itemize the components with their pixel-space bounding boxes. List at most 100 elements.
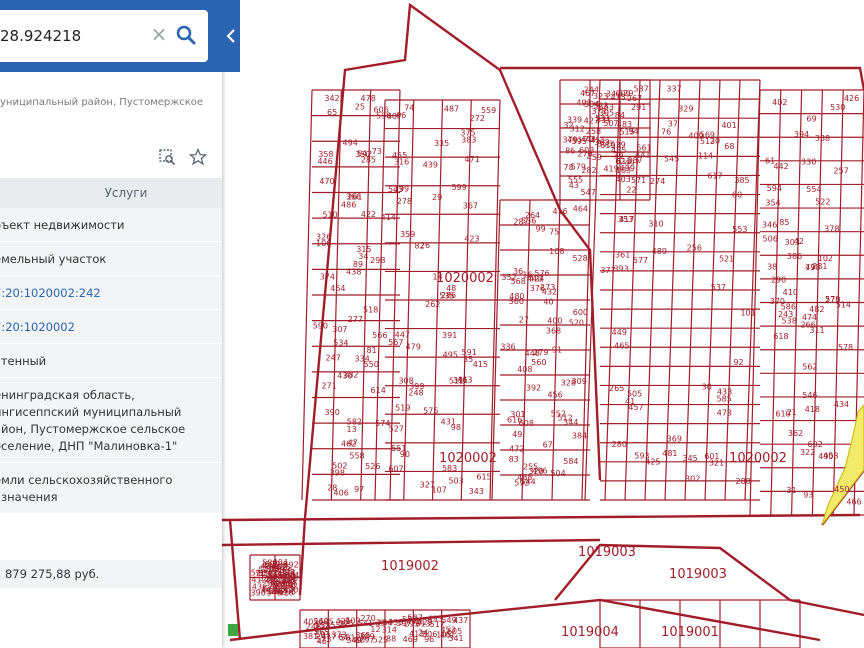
- parcel-number: 561: [636, 143, 651, 152]
- cadastral-number-link[interactable]: 7:20:1020002: [0, 310, 222, 344]
- parcel-number: 272: [470, 114, 485, 123]
- parcel-number: 410: [783, 288, 798, 297]
- parcel-number: 298: [370, 256, 385, 265]
- parcel-number: 367: [463, 202, 478, 211]
- green-marker: [228, 624, 238, 636]
- parcel-number: 569: [700, 130, 715, 139]
- parcel-number: 374: [320, 273, 335, 282]
- parcel-number: 470: [319, 177, 334, 186]
- search-box[interactable]: 28.924218 ×: [0, 10, 208, 62]
- parcel-number: 530: [830, 103, 845, 112]
- cadastral-price: 2 879 275,88 руб.: [0, 560, 222, 588]
- parcel-number: 471: [465, 155, 480, 164]
- parcel-number: 551: [391, 444, 406, 453]
- parcel-number: 519: [395, 404, 410, 413]
- parcel-number: 536: [521, 216, 536, 225]
- parcel-number: 511: [449, 377, 464, 386]
- parcel-number: 73: [372, 147, 382, 156]
- parcel-number: 97: [354, 485, 364, 494]
- parcel-number: 25: [355, 103, 365, 112]
- parcel-number: 546: [802, 391, 817, 400]
- highlighted-parcel[interactable]: [821, 404, 864, 526]
- star-icon[interactable]: [188, 147, 208, 170]
- parcel-number: 469: [403, 635, 418, 644]
- tab-services[interactable]: Услуги: [0, 178, 222, 208]
- parcel-number: 584: [563, 457, 578, 466]
- parcel-number: 585: [717, 395, 732, 404]
- parcel-number: 496: [532, 466, 547, 475]
- parcel-number: 591: [462, 348, 477, 357]
- parcel-number: 91: [552, 346, 562, 355]
- parcel-number: 531: [595, 114, 610, 123]
- info-row: бъект недвижимости: [0, 208, 222, 242]
- parcel-number: 92: [733, 358, 743, 367]
- cadastral-number-link[interactable]: 7:20:1020002:242: [0, 276, 222, 310]
- parcel-number: 67: [543, 441, 553, 450]
- parcel-number: 69: [806, 114, 816, 123]
- parcel-number: 472: [509, 445, 524, 454]
- parcel-number: 343: [469, 487, 484, 496]
- parcel-number: 338: [815, 134, 830, 143]
- parcel-number: 566: [372, 331, 387, 340]
- parcel-number: 426: [844, 94, 859, 103]
- parcel-number: 495: [443, 351, 458, 360]
- parcel-number: 521: [719, 254, 734, 263]
- parcel-number: 335: [434, 139, 449, 148]
- parcel-number: 326: [316, 232, 331, 241]
- parcel-number: 378: [824, 225, 839, 234]
- parcel-number: 29: [432, 193, 442, 202]
- search-input[interactable]: 28.924218: [0, 27, 146, 45]
- parcel-number: 312: [570, 124, 585, 133]
- parcel-number: 534: [333, 338, 348, 347]
- parcel-number: 339: [567, 115, 582, 124]
- parcel-number: 587: [633, 85, 648, 94]
- parcel-number: 262: [425, 300, 440, 309]
- zoom-to-icon[interactable]: [158, 148, 176, 170]
- parcel-number: 83: [509, 455, 519, 464]
- parcel-number: 518: [363, 305, 378, 314]
- parcel-number: 481: [662, 449, 677, 458]
- parcel-line: [374, 99, 386, 501]
- parcel-number: 581: [340, 634, 355, 643]
- parcel-address: униципальный район, Пустомержское: [0, 97, 204, 108]
- parcel-number: 555: [568, 176, 583, 185]
- parcel-number: 457: [628, 403, 643, 412]
- parcel-number: 329: [678, 104, 693, 113]
- parcel-number: 611: [616, 157, 631, 166]
- parcel-number: 288: [736, 477, 751, 486]
- parcel-number: 619: [600, 141, 615, 150]
- parcel-number: 552: [551, 410, 566, 419]
- parcel-number: 612: [262, 585, 277, 594]
- parcel-number: 38: [767, 262, 777, 271]
- parcel-number: 596: [251, 569, 266, 578]
- parcel-number: 85: [779, 218, 789, 227]
- road-line: [221, 538, 601, 547]
- parcel-number: 613: [415, 619, 430, 628]
- parcel-number: 361: [615, 251, 630, 260]
- parcel-number: 618: [773, 332, 788, 341]
- clear-icon[interactable]: ×: [150, 23, 168, 45]
- search-icon[interactable]: [175, 24, 197, 46]
- panel-toolbar: [158, 147, 215, 170]
- info-row: емли сельскохозяйственного азначения: [0, 463, 222, 514]
- parcel-number: 68: [724, 142, 734, 151]
- parcel-number: 402: [772, 98, 787, 107]
- parcel-number: 414: [381, 213, 396, 222]
- parcel-number: 430: [337, 372, 352, 381]
- parcel-number: 114: [698, 151, 713, 160]
- parcel-number: 578: [838, 343, 853, 352]
- parcel-number: 478: [361, 94, 376, 103]
- parcel-number: 93: [803, 491, 813, 500]
- parcel-number: 336: [500, 342, 515, 351]
- parcel-number: 448: [525, 349, 540, 358]
- parcel-number: 607: [388, 465, 403, 474]
- parcel-number: 330: [801, 157, 816, 166]
- parcel-number: 400: [547, 316, 562, 325]
- parcel-number: 550: [364, 360, 379, 369]
- parcel-number: 247: [326, 353, 341, 362]
- parcel-number: 526: [365, 462, 380, 471]
- parcel-number: 257: [833, 166, 848, 175]
- collapse-panel-button[interactable]: [222, 0, 240, 72]
- parcel-number: 474: [802, 313, 817, 322]
- parcel-number: 60: [732, 190, 742, 199]
